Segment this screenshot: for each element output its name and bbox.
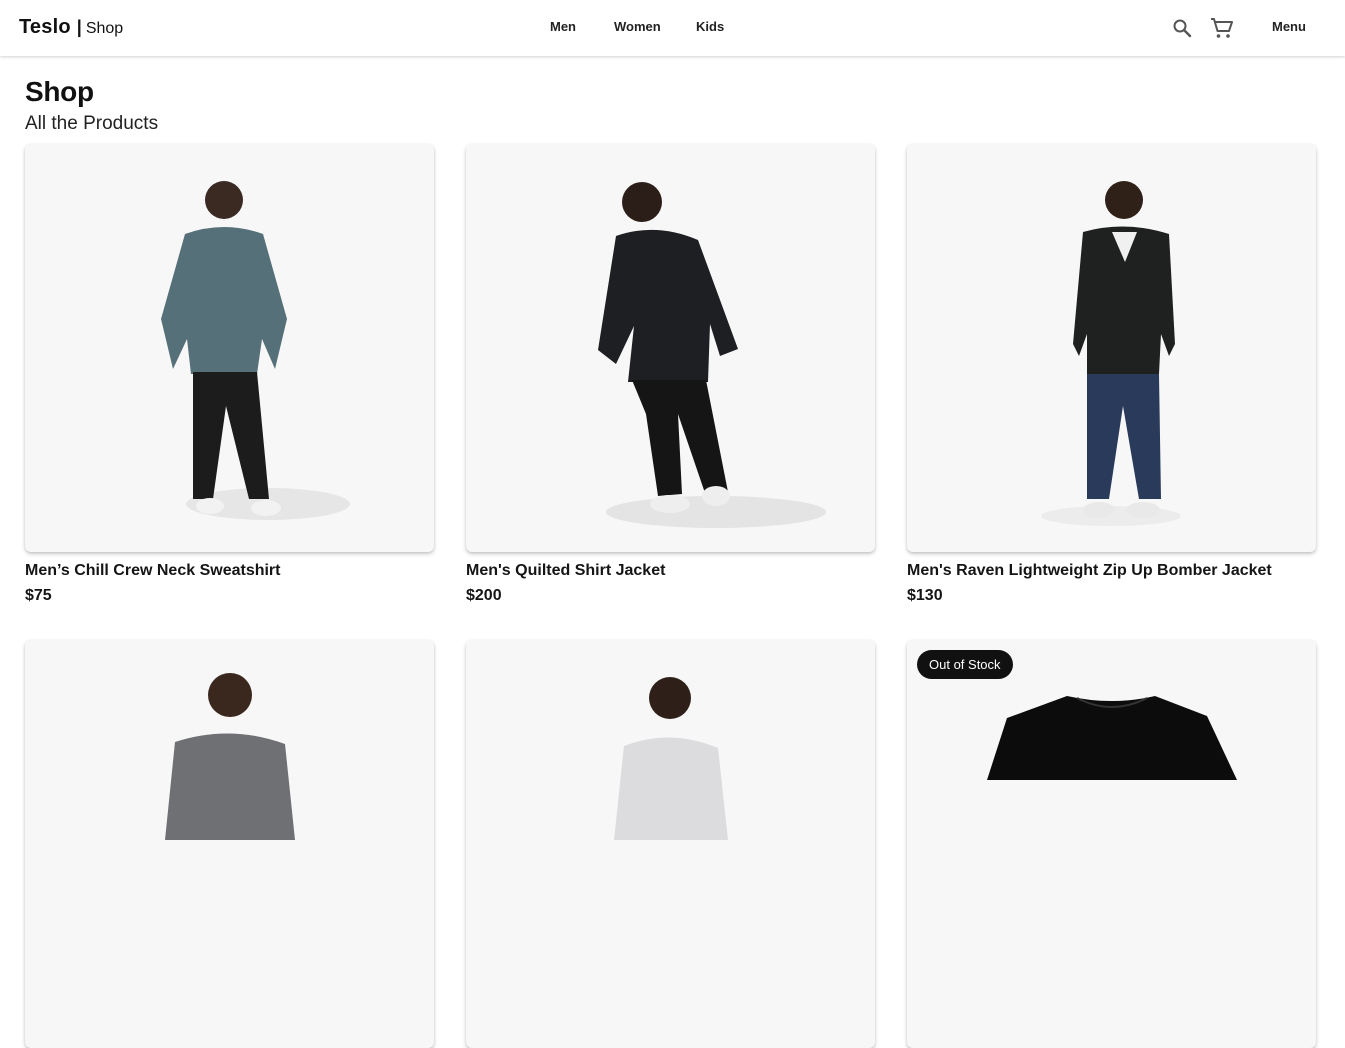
product-image	[161, 181, 350, 520]
product-price: $75	[25, 587, 52, 604]
brand-subtitle: Shop	[85, 20, 124, 37]
product-top	[987, 696, 1237, 780]
search-icon[interactable]	[1170, 16, 1194, 40]
cart-icon[interactable]	[1209, 16, 1233, 40]
product-card[interactable]	[25, 640, 434, 1048]
product-top	[161, 227, 287, 374]
product-top	[614, 737, 728, 840]
product-top	[598, 229, 738, 382]
nav-link-men[interactable]: Men	[550, 19, 576, 34]
product-pants	[632, 380, 728, 496]
nav-link-kids[interactable]: Kids	[696, 19, 724, 34]
product-card[interactable]: Out of Stock	[907, 640, 1316, 1048]
nav-link-women[interactable]: Women	[614, 19, 661, 34]
brand-separator: |	[76, 17, 82, 37]
product-image	[1041, 181, 1181, 526]
brand-logo[interactable]: Teslo | Shop	[19, 16, 123, 39]
product-name[interactable]: Men's Quilted Shirt Jacket	[466, 562, 665, 580]
product-top	[165, 733, 295, 840]
product-name[interactable]: Men’s Chill Crew Neck Sweatshirt	[25, 562, 280, 580]
top-navbar: Teslo | Shop Men Women Kids Menu	[0, 0, 1345, 56]
product-name[interactable]: Men's Raven Lightweight Zip Up Bomber Ja…	[907, 562, 1272, 580]
product-card[interactable]	[25, 144, 434, 552]
product-pants	[1087, 374, 1161, 499]
page-subtitle: All the Products	[25, 113, 159, 134]
product-image	[987, 696, 1237, 780]
out-of-stock-badge: Out of Stock	[917, 650, 1013, 679]
product-card[interactable]	[907, 144, 1316, 552]
page-title: Shop	[25, 76, 94, 107]
product-image	[614, 677, 728, 840]
product-card[interactable]	[466, 640, 875, 1048]
product-card[interactable]	[466, 144, 875, 552]
product-price: $130	[907, 587, 943, 604]
product-pants	[193, 372, 269, 499]
menu-button[interactable]: Menu	[1272, 19, 1306, 34]
product-image	[598, 182, 826, 528]
brand-name: Teslo	[19, 16, 71, 38]
product-image	[165, 673, 295, 840]
product-price: $200	[466, 587, 502, 604]
